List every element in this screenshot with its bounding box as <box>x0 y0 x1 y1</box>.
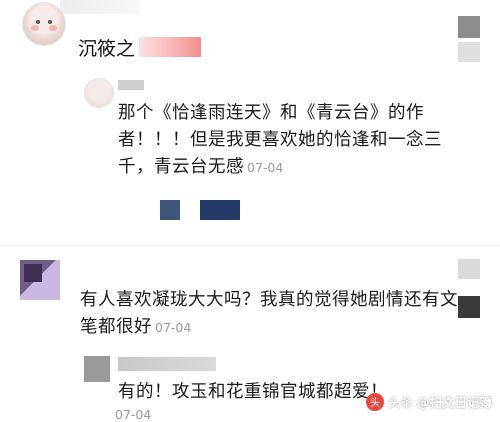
reply-comment: 那个《恰逢雨连天》和《青云台》的作者！！！但是我更喜欢她的恰逢和一念三千，青云台… <box>118 100 448 181</box>
reply-avatar[interactable] <box>84 356 110 382</box>
comment-timestamp: 07-04 <box>247 160 284 175</box>
avatar-eye <box>48 20 52 24</box>
blurred-icon[interactable] <box>458 259 480 279</box>
comment-timestamp: 07-04 <box>115 407 152 422</box>
avatar[interactable] <box>22 2 66 46</box>
blurred-action-icon[interactable] <box>160 200 180 220</box>
watermark-account: @扫文日记簿 <box>416 395 492 410</box>
comment: 有人喜欢凝珑大大吗？我真的觉得她剧情还有文笔都很好 07-04 <box>80 287 460 341</box>
comment-timestamp: 07-04 <box>155 320 192 335</box>
watermark-platform: 头条 <box>387 395 413 410</box>
watermark: 头 头条 @扫文日记簿 <box>365 392 492 411</box>
redacted-name-block <box>139 37 201 57</box>
blurred-action-button[interactable] <box>200 200 240 220</box>
comment-author-name[interactable]: 沉筱之 <box>78 34 135 61</box>
blurred-icon[interactable] <box>458 16 480 38</box>
blurred-icon[interactable] <box>458 42 480 62</box>
avatar-cheek <box>49 25 57 31</box>
avatar-pattern <box>24 264 42 282</box>
redacted-reply-author <box>118 80 144 90</box>
reply-avatar[interactable] <box>84 78 114 108</box>
blurred-top-text <box>60 0 140 14</box>
avatar-eye <box>36 20 40 24</box>
toutiao-logo-icon: 头 <box>365 392 384 411</box>
blurred-icon[interactable] <box>458 296 480 318</box>
avatar[interactable] <box>20 260 60 300</box>
reply-text: 有的！攻玉和花重锦官城都超爱！ <box>118 382 388 402</box>
comment-text: 有人喜欢凝珑大大吗？我真的觉得她剧情还有文笔都很好 <box>80 290 458 337</box>
divider <box>0 245 500 246</box>
redacted-reply-author <box>118 357 216 371</box>
avatar-cheek <box>31 25 39 31</box>
